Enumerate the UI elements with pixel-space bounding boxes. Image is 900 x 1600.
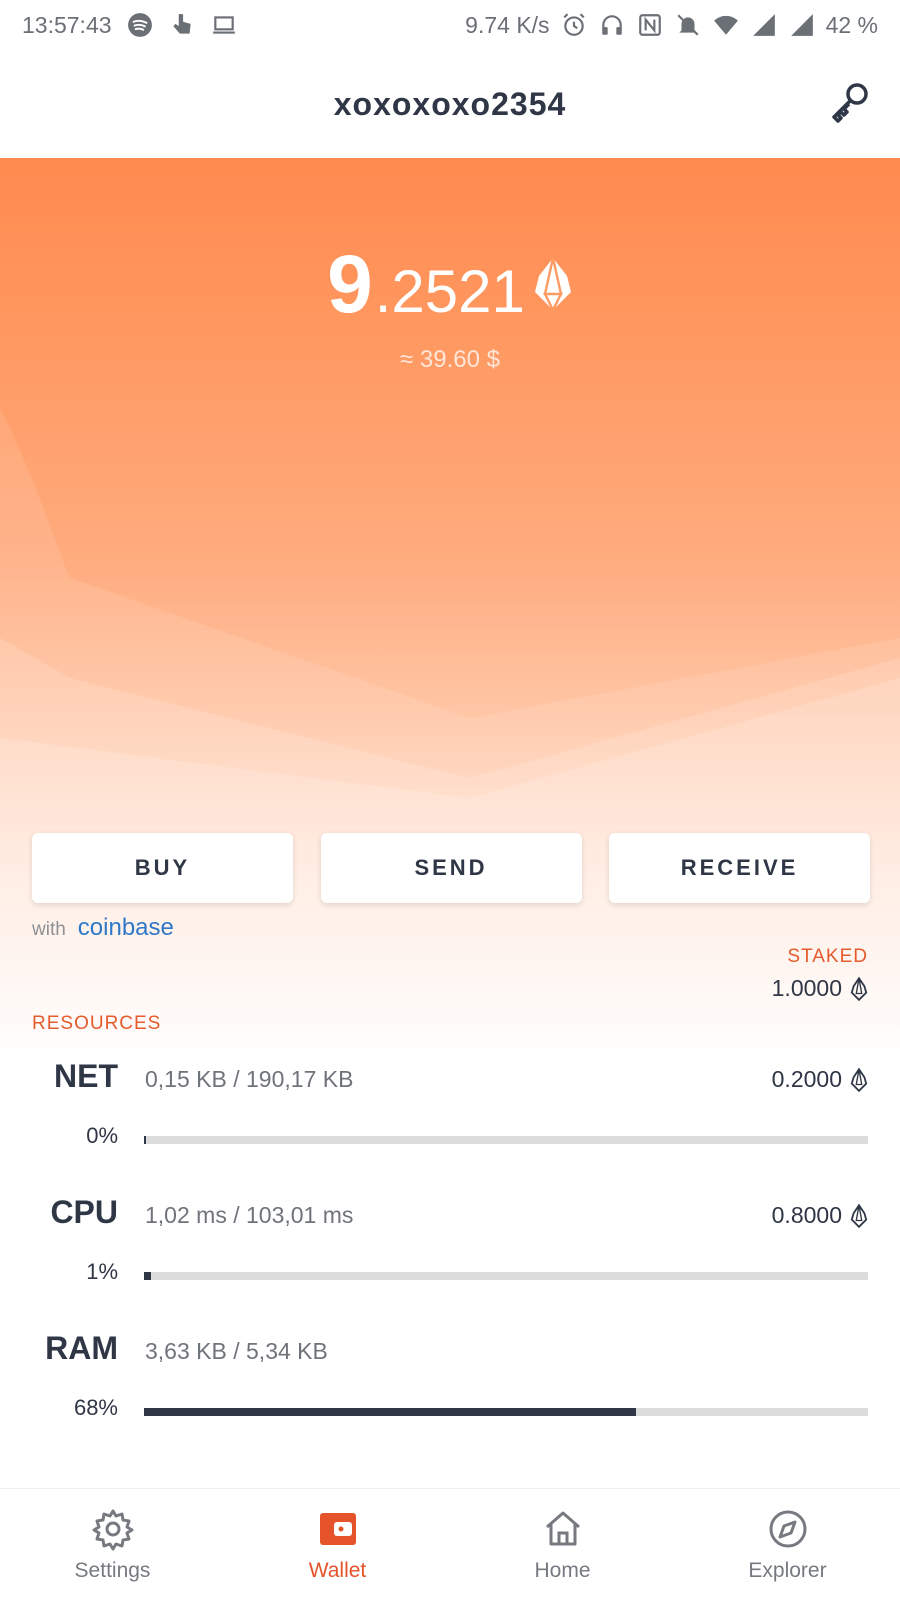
nav-label: Wallet bbox=[308, 1559, 367, 1582]
resource-cpu: CPU 1,02 ms / 103,01 ms 0.8000 1% bbox=[0, 1194, 900, 1304]
with-label: with bbox=[32, 919, 66, 940]
resource-staked: 0.8000 bbox=[772, 1202, 868, 1229]
resource-staked-value: 0.8000 bbox=[771, 1202, 842, 1228]
resource-ram: RAM 3,63 KB / 5,34 KB 68% bbox=[0, 1330, 900, 1440]
send-button[interactable]: SEND bbox=[320, 833, 582, 903]
battery-percent: 42 % bbox=[825, 11, 878, 38]
coinbase-note: with coinbase bbox=[32, 914, 174, 942]
resource-progress-fill bbox=[144, 1408, 636, 1416]
bell-off-icon bbox=[674, 11, 702, 39]
resource-usage: 1,02 ms / 103,01 ms bbox=[145, 1202, 354, 1228]
buy-button[interactable]: BUY bbox=[32, 833, 293, 903]
staked-value: 1.0000 bbox=[771, 975, 842, 1001]
app-header: xoxoxoxo2354 bbox=[0, 50, 900, 158]
resource-progress-fill bbox=[144, 1272, 151, 1280]
resource-name: RAM bbox=[45, 1330, 118, 1366]
network-speed: 9.74 K/s bbox=[465, 11, 550, 38]
gear-icon bbox=[92, 1509, 133, 1551]
key-icon[interactable] bbox=[826, 78, 874, 126]
resource-usage: 0,15 KB / 190,17 KB bbox=[145, 1066, 354, 1092]
wifi-icon bbox=[712, 11, 740, 39]
resource-percent: 68% bbox=[73, 1395, 118, 1420]
wallet-icon bbox=[319, 1513, 356, 1545]
nav-settings[interactable]: Settings bbox=[0, 1489, 225, 1600]
staked-label: STAKED bbox=[787, 946, 868, 967]
nav-label: Settings bbox=[74, 1559, 151, 1582]
resource-name: NET bbox=[54, 1058, 118, 1094]
resources-label: RESOURCES bbox=[32, 1013, 162, 1034]
resource-progress-bar bbox=[144, 1136, 868, 1144]
eos-icon bbox=[850, 976, 868, 1002]
status-time: 13:57:43 bbox=[22, 11, 112, 38]
eos-icon bbox=[850, 1067, 868, 1093]
staked-total: 1.0000 bbox=[772, 975, 868, 1002]
nav-explorer[interactable]: Explorer bbox=[675, 1489, 900, 1600]
touch-icon bbox=[168, 11, 196, 39]
eos-icon bbox=[850, 1203, 868, 1229]
resource-percent: 0% bbox=[86, 1123, 118, 1148]
receive-button[interactable]: RECEIVE bbox=[609, 833, 870, 903]
status-right: 9.74 K/s 42 % bbox=[465, 11, 878, 39]
spotify-icon bbox=[126, 11, 154, 39]
resource-staked-value: 0.2000 bbox=[771, 1066, 842, 1092]
balance-amount: 9 .2521 bbox=[0, 238, 900, 332]
nav-home[interactable]: Home bbox=[450, 1489, 675, 1600]
laptop-icon bbox=[210, 11, 238, 39]
resource-name: CPU bbox=[50, 1194, 118, 1230]
resource-progress-bar bbox=[144, 1272, 868, 1280]
resource-usage: 3,63 KB / 5,34 KB bbox=[145, 1338, 328, 1364]
bottom-nav: Settings Wallet Home Explorer bbox=[0, 1488, 900, 1600]
balance-decimal: .2521 bbox=[374, 258, 525, 325]
coinbase-logo: coinbase bbox=[77, 914, 174, 941]
resource-progress-bar bbox=[144, 1408, 868, 1416]
alarm-icon bbox=[560, 11, 588, 39]
home-icon bbox=[545, 1511, 580, 1546]
account-name[interactable]: xoxoxoxo2354 bbox=[334, 86, 567, 123]
fiat-value: ≈ 39.60 $ bbox=[400, 346, 500, 373]
resource-staked: 0.2000 bbox=[772, 1066, 868, 1093]
nav-wallet[interactable]: Wallet bbox=[225, 1489, 450, 1600]
resource-percent: 1% bbox=[86, 1259, 118, 1284]
resource-progress-fill bbox=[144, 1136, 146, 1144]
status-bar: 13:57:43 9.74 K/s 42 % bbox=[0, 0, 900, 50]
action-buttons: BUY SEND RECEIVE bbox=[32, 833, 870, 903]
signal-icon bbox=[750, 11, 778, 39]
nfc-icon bbox=[636, 11, 664, 39]
signal-icon bbox=[788, 11, 816, 39]
headphones-icon bbox=[598, 11, 626, 39]
balance-integer: 9 bbox=[327, 239, 373, 330]
status-left: 13:57:43 bbox=[22, 11, 238, 39]
resource-net: NET 0,15 KB / 190,17 KB 0.2000 0% bbox=[0, 1058, 900, 1168]
eos-icon bbox=[533, 256, 573, 313]
nav-label: Explorer bbox=[748, 1559, 827, 1582]
nav-label: Home bbox=[534, 1559, 591, 1582]
compass-icon bbox=[769, 1510, 806, 1548]
